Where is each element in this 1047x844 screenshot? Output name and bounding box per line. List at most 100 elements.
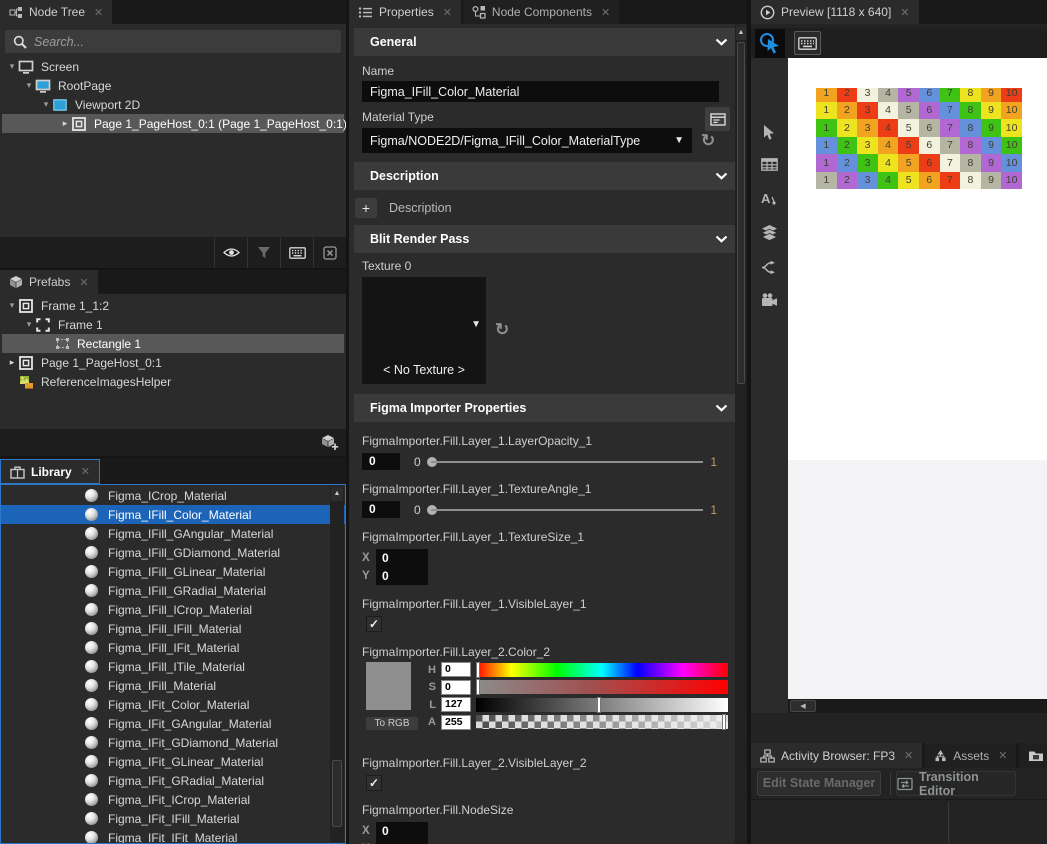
value-field[interactable]: 0: [362, 501, 400, 518]
scrollbar-thumb[interactable]: [737, 42, 745, 384]
expand-icon[interactable]: ▸: [59, 118, 71, 129]
value-field[interactable]: 0: [376, 822, 428, 840]
virtual-keyboard-button[interactable]: [794, 31, 821, 55]
value-field[interactable]: 0: [376, 840, 428, 844]
transition-editor-button[interactable]: Transition Editor: [896, 771, 1016, 796]
library-scrollbar[interactable]: ▲: [330, 486, 344, 842]
library-item[interactable]: Figma_IFit_ICrop_Material: [1, 790, 345, 809]
color-swatch[interactable]: [366, 662, 411, 710]
add-prefab-button[interactable]: [313, 427, 346, 456]
add-description-button[interactable]: +: [355, 198, 377, 218]
library-item[interactable]: Figma_IFill_GDiamond_Material: [1, 543, 345, 562]
name-field[interactable]: [362, 81, 719, 102]
library-item[interactable]: Figma_IFit_GDiamond_Material: [1, 733, 345, 752]
library-item[interactable]: Figma_IFit_GRadial_Material: [1, 771, 345, 790]
preview-hscrollbar[interactable]: ◀: [788, 699, 1047, 713]
close-icon[interactable]: ✕: [904, 749, 913, 762]
library-item[interactable]: Figma_IFill_IFit_Material: [1, 638, 345, 657]
tab-activity-browser[interactable]: Activity Browser: FP3 ✕: [751, 743, 922, 768]
tab-node-components[interactable]: Node Components ✕: [463, 0, 619, 24]
channel-value-field[interactable]: 0: [441, 680, 471, 695]
interact-mode-button[interactable]: [755, 29, 785, 58]
library-item[interactable]: Figma_IFill_Color_Material: [1, 505, 345, 524]
close-icon[interactable]: ✕: [443, 6, 452, 19]
section-description[interactable]: Description: [354, 162, 742, 190]
close-icon[interactable]: ✕: [900, 6, 909, 19]
channel-value-field[interactable]: 255: [441, 715, 471, 730]
library-item[interactable]: Figma_IFill_GLinear_Material: [1, 562, 345, 581]
tree-item[interactable]: ▾RootPage: [0, 76, 346, 95]
tab-node-tree[interactable]: Node Tree ✕: [0, 0, 112, 24]
to-rgb-button[interactable]: To RGB: [366, 717, 418, 730]
bar-marker[interactable]: [722, 714, 726, 730]
library-item[interactable]: Figma_IFill_GAngular_Material: [1, 524, 345, 543]
bar-marker[interactable]: [476, 662, 480, 678]
tree-item[interactable]: ▾Viewport 2D: [0, 95, 346, 114]
tree-item[interactable]: ▸Page 1_PageHost_0:1 (Page 1_PageHost_0:…: [2, 114, 344, 133]
scroll-left-icon[interactable]: ◀: [790, 700, 816, 712]
layers-tool-icon[interactable]: [761, 225, 778, 243]
close-icon[interactable]: ✕: [79, 276, 88, 289]
sat-bar[interactable]: [476, 680, 728, 694]
tree-item[interactable]: ▸Page 1_PageHost_0:1: [0, 353, 346, 372]
expand-icon[interactable]: ▸: [6, 357, 18, 368]
value-field[interactable]: 0: [362, 453, 400, 470]
keyboard-shortcuts-button[interactable]: [280, 237, 313, 268]
collapse-icon[interactable]: ▾: [23, 319, 35, 330]
tree-item[interactable]: ▾Frame 1: [0, 315, 346, 334]
library-item[interactable]: Figma_IFit_IFill_Material: [1, 809, 345, 828]
bar-marker[interactable]: [476, 679, 480, 695]
tree-item[interactable]: Rectangle 1: [2, 334, 344, 353]
section-blit-render-pass[interactable]: Blit Render Pass: [354, 225, 742, 253]
library-item[interactable]: Figma_IFill_ICrop_Material: [1, 600, 345, 619]
visibility-toggle-button[interactable]: [214, 237, 247, 268]
tab-asset-packages[interactable]: Asset: [1019, 743, 1047, 768]
search-input[interactable]: Search...: [5, 30, 341, 53]
connections-tool-icon[interactable]: [761, 260, 777, 278]
library-item[interactable]: Figma_ICrop_Material: [1, 486, 345, 505]
library-item[interactable]: Figma_IFit_Color_Material: [1, 695, 345, 714]
value-field[interactable]: 0: [376, 549, 428, 567]
library-item[interactable]: Figma_IFit_GAngular_Material: [1, 714, 345, 733]
lum-bar[interactable]: [476, 698, 728, 712]
close-icon[interactable]: ✕: [998, 749, 1007, 762]
scroll-up-icon[interactable]: ▲: [331, 487, 343, 501]
channel-value-field[interactable]: 0: [441, 662, 471, 677]
clear-button[interactable]: [313, 237, 346, 268]
texture-dropdown[interactable]: ▼ < No Texture >: [362, 277, 486, 384]
library-item[interactable]: Figma_IFill_IFill_Material: [1, 619, 345, 638]
collapse-icon[interactable]: ▾: [6, 300, 18, 311]
slider[interactable]: [427, 501, 704, 518]
library-item[interactable]: Figma_IFill_GRadial_Material: [1, 581, 345, 600]
section-general[interactable]: General: [354, 28, 742, 56]
properties-scrollbar[interactable]: ▲: [735, 25, 747, 844]
revert-icon[interactable]: ↻: [495, 321, 509, 338]
edit-state-manager-button[interactable]: Edit State Manager: [757, 771, 881, 796]
collapse-icon[interactable]: ▾: [40, 99, 52, 110]
close-icon[interactable]: ✕: [94, 6, 103, 19]
collapse-icon[interactable]: ▾: [6, 61, 18, 72]
scrollbar-thumb[interactable]: [332, 760, 342, 827]
section-figma-importer[interactable]: Figma Importer Properties: [354, 394, 742, 422]
channel-value-field[interactable]: 127: [441, 697, 471, 712]
tab-properties[interactable]: Properties ✕: [349, 0, 461, 24]
bar-marker[interactable]: [597, 697, 601, 713]
library-item[interactable]: Figma_IFill_Material: [1, 676, 345, 695]
library-item[interactable]: Figma_IFill_ITile_Material: [1, 657, 345, 676]
preview-canvas[interactable]: 1234567891012345678910123456789101234567…: [788, 58, 1047, 699]
tree-item[interactable]: ReferenceImagesHelper: [0, 372, 346, 391]
value-field[interactable]: 0: [376, 567, 428, 585]
checkbox[interactable]: ✓: [366, 775, 382, 791]
checkbox[interactable]: ✓: [366, 616, 382, 632]
tab-prefabs[interactable]: Prefabs ✕: [0, 270, 98, 294]
open-material-editor-button[interactable]: [705, 107, 730, 131]
tree-item[interactable]: ▾Screen: [0, 57, 346, 76]
revert-icon[interactable]: ↻: [701, 132, 715, 149]
collapse-icon[interactable]: ▾: [23, 80, 35, 91]
tab-preview[interactable]: Preview [1118 x 640] ✕: [751, 0, 919, 24]
slider[interactable]: [427, 453, 704, 470]
grid-tool-icon[interactable]: [761, 158, 778, 174]
alpha-bar[interactable]: [476, 715, 728, 729]
camera-tool-icon[interactable]: [761, 293, 778, 310]
filter-button[interactable]: [247, 237, 280, 268]
